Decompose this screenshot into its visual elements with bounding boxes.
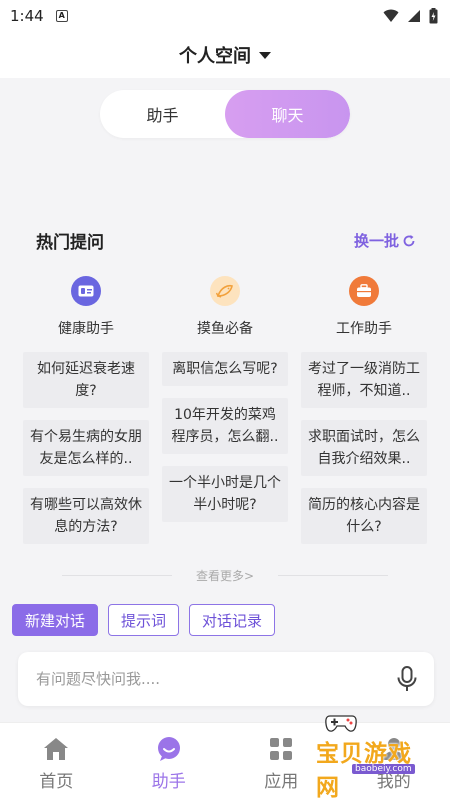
question-card[interactable]: 一个半小时是几个半小时呢? — [162, 466, 288, 522]
briefcase-icon — [349, 276, 379, 306]
hot-questions-title: 热门提问 — [36, 233, 104, 253]
wifi-icon — [383, 9, 399, 22]
tab-label: 应用 — [264, 772, 299, 792]
tab-assistant[interactable]: 助手 — [113, 723, 226, 800]
question-card[interactable]: 如何延迟衰老速度? — [23, 352, 149, 408]
question-card[interactable]: 离职信怎么写呢? — [162, 352, 288, 386]
status-time: 1:44 — [10, 7, 44, 25]
category-work: 工作助手 考过了一级消防工程师，不知道.. 求职面试时，怎么自我介绍效果.. 简… — [300, 276, 428, 544]
new-chat-button[interactable]: 新建对话 — [12, 604, 99, 636]
tab-label: 我的 — [376, 772, 411, 792]
question-card[interactable]: 求职面试时，怎么自我介绍效果.. — [301, 420, 427, 476]
battery-icon — [429, 8, 438, 24]
id-card-icon — [71, 276, 101, 306]
status-icons — [383, 8, 438, 24]
mode-segmented-control: 助手 聊天 — [100, 90, 350, 138]
hot-question-columns: 健康助手 如何延迟衰老速度? 有个易生病的女朋友是怎么样的.. 有哪些可以高效休… — [22, 276, 428, 544]
tab-label: 首页 — [39, 772, 74, 792]
apps-icon — [270, 738, 293, 760]
refresh-label: 换一批 — [353, 232, 399, 250]
page-title: 个人空间 — [179, 46, 251, 67]
category-name: 健康助手 — [58, 321, 114, 337]
prompts-button[interactable]: 提示词 — [108, 604, 180, 636]
message-input[interactable] — [36, 670, 396, 688]
category-slacking: 摸鱼必备 离职信怎么写呢? 10年开发的菜鸡程序员，怎么翻.. 一个半小时是几个… — [161, 276, 289, 544]
tab-label: 助手 — [151, 772, 186, 792]
fish-icon — [210, 276, 240, 306]
question-card[interactable]: 有个易生病的女朋友是怎么样的.. — [23, 420, 149, 476]
status-bar: 1:44 A — [0, 0, 450, 32]
caret-down-icon — [259, 51, 271, 59]
tab-profile[interactable]: 我的 — [338, 723, 450, 800]
space-selector[interactable]: 个人空间 — [0, 32, 450, 78]
chat-history-button[interactable]: 对话记录 — [189, 604, 276, 636]
chat-bubble-icon — [157, 737, 180, 761]
user-icon — [382, 738, 405, 760]
microphone-icon[interactable] — [396, 666, 418, 692]
refresh-button[interactable]: 换一批 — [354, 230, 416, 251]
segment-assistant[interactable]: 助手 — [100, 90, 225, 138]
category-health: 健康助手 如何延迟衰老速度? 有个易生病的女朋友是怎么样的.. 有哪些可以高效休… — [22, 276, 150, 544]
see-more-link[interactable]: 查看更多> — [0, 567, 450, 584]
question-card[interactable]: 10年开发的菜鸡程序员，怎么翻.. — [162, 398, 288, 454]
tab-home[interactable]: 首页 — [0, 723, 113, 800]
category-name: 摸鱼必备 — [197, 321, 253, 337]
notification-a-icon: A — [55, 10, 68, 22]
cell-signal-icon — [408, 10, 420, 22]
message-input-container — [18, 652, 434, 706]
home-icon — [44, 738, 69, 760]
refresh-icon — [403, 234, 415, 246]
main-content: 助手 聊天 热门提问 换一批 健康助手 如何延迟衰老速度? 有个易生病的女朋友是… — [0, 78, 450, 722]
tab-apps[interactable]: 应用 — [225, 723, 338, 800]
segment-chat[interactable]: 聊天 — [225, 90, 350, 138]
bottom-tab-bar: 首页 助手 应用 我的 — [0, 722, 450, 800]
action-chips: 新建对话 提示词 对话记录 — [12, 604, 276, 636]
question-card[interactable]: 简历的核心内容是什么? — [301, 488, 427, 544]
question-card[interactable]: 有哪些可以高效休息的方法? — [23, 488, 149, 544]
category-name: 工作助手 — [336, 321, 392, 337]
question-card[interactable]: 考过了一级消防工程师，不知道.. — [301, 352, 427, 408]
